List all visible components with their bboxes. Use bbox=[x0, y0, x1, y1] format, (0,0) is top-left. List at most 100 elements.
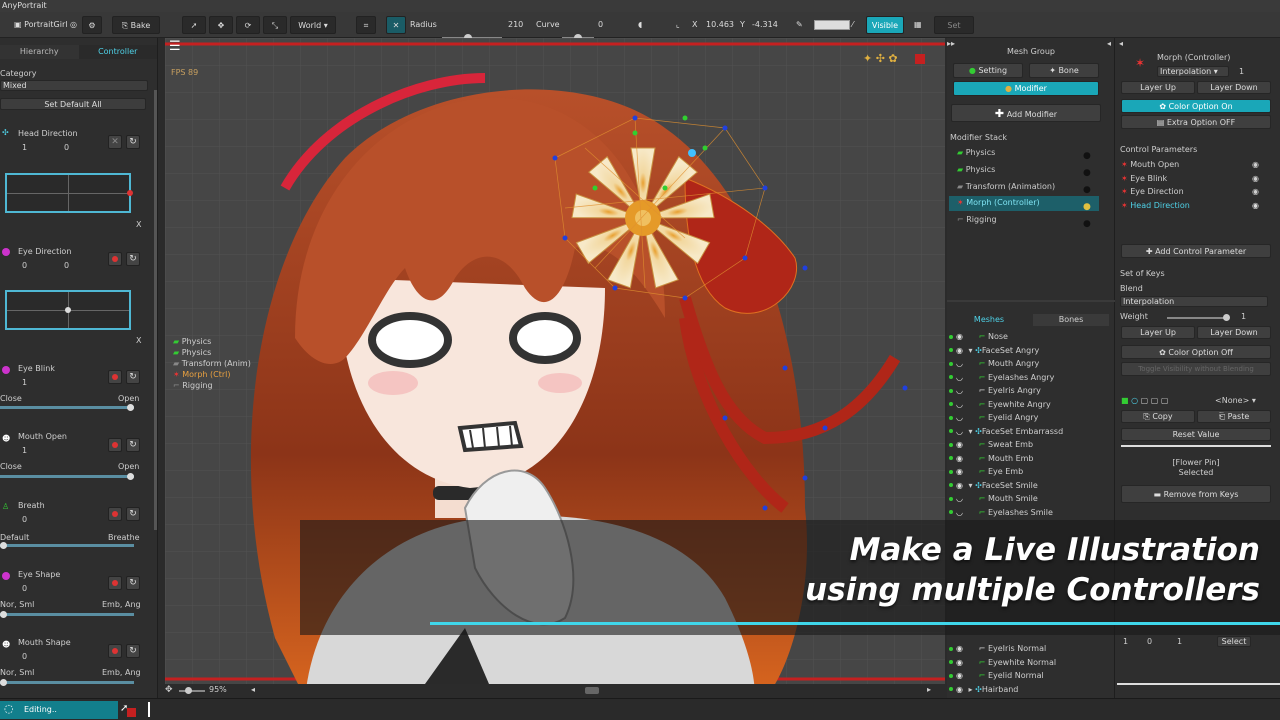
space-dropdown[interactable]: World ▾ bbox=[290, 16, 336, 34]
eye-visible-icon[interactable]: ◉ bbox=[1252, 185, 1259, 199]
soft-select-button[interactable]: ✕ bbox=[386, 16, 406, 34]
crop-button[interactable]: ⌗ bbox=[356, 16, 376, 34]
tab-controller[interactable]: Controller bbox=[78, 45, 157, 59]
record-button[interactable] bbox=[108, 252, 122, 266]
list-item[interactable]: ◉ ⌐ Eye Emb bbox=[949, 465, 1115, 479]
color-option-on-button[interactable]: ✿ Color Option On bbox=[1121, 99, 1271, 113]
reset-button[interactable]: ↻ bbox=[126, 644, 140, 658]
layer-down-button[interactable]: Layer Down bbox=[1197, 81, 1271, 94]
eye-visible-icon[interactable]: ◉ bbox=[956, 438, 966, 452]
record-button[interactable] bbox=[108, 576, 122, 590]
add-control-param-button[interactable]: ✚ Add Control Parameter bbox=[1121, 244, 1271, 258]
pad-handle[interactable] bbox=[127, 190, 133, 196]
modifier-item[interactable]: ✶ Morph (Controller) bbox=[957, 198, 1040, 207]
list-item[interactable]: ◉ ⌐ Nose bbox=[949, 330, 1115, 344]
eye-hidden-icon[interactable]: ◡ bbox=[956, 398, 966, 412]
record-button[interactable] bbox=[108, 507, 122, 521]
eye-visible-icon[interactable]: ◉ bbox=[1252, 199, 1259, 213]
paste-button[interactable]: ⎗ Paste bbox=[1197, 410, 1271, 423]
eye-visible-icon[interactable]: ◉ bbox=[1252, 172, 1259, 186]
grid-icon[interactable]: ▦ bbox=[914, 16, 922, 34]
list-item[interactable]: ◉ ▸ ✣Hairband bbox=[949, 683, 1115, 697]
none-dropdown[interactable]: <None> ▾ bbox=[1215, 396, 1256, 405]
color-swatch[interactable] bbox=[814, 20, 850, 30]
visibility-toggle-button[interactable]: Toggle Visibility without Blending bbox=[1121, 362, 1271, 376]
remove-from-keys-button[interactable]: ▬ Remove from Keys bbox=[1121, 485, 1271, 503]
eye-visible-icon[interactable]: ◉ bbox=[956, 656, 966, 670]
scroll-left-icon[interactable]: ◂ bbox=[251, 685, 255, 694]
eye-visible-icon[interactable]: ◉ bbox=[956, 669, 966, 683]
mouth-open-slider[interactable] bbox=[0, 475, 134, 478]
list-item[interactable]: ◉ ⌐ Eyewhite Normal bbox=[949, 656, 1115, 670]
list-item[interactable]: ◡ ⌐ EyeIris Angry bbox=[949, 384, 1115, 398]
layer-down-button[interactable]: Layer Down bbox=[1197, 326, 1271, 339]
select-tool-button[interactable]: ➚ bbox=[182, 16, 206, 34]
eye-blink-slider[interactable] bbox=[0, 406, 134, 409]
mouth-shape-slider[interactable] bbox=[0, 681, 134, 684]
interpolation-dropdown[interactable]: Interpolation ▾ bbox=[1157, 66, 1229, 77]
eye-visible-icon[interactable]: ◉ bbox=[956, 344, 966, 358]
record-button[interactable] bbox=[108, 438, 122, 452]
copy-button[interactable]: ⎘ Copy bbox=[1121, 410, 1195, 423]
eye-hidden-icon[interactable]: ◡ bbox=[956, 357, 966, 371]
set-button[interactable]: Set bbox=[934, 16, 974, 34]
eye-visible-icon[interactable]: ◉ bbox=[956, 683, 966, 697]
viewport-tool-icons[interactable]: ✦ ✣ ✿ bbox=[863, 52, 898, 65]
modifier-tab[interactable]: ● Modifier bbox=[953, 81, 1099, 96]
project-selector[interactable]: ▣ PortraitGirl ◎ bbox=[14, 16, 82, 34]
bone-button[interactable]: ✦ Bone bbox=[1029, 63, 1099, 78]
key-tools[interactable]: ■ ○ ▢ ▢ ▢ bbox=[1121, 396, 1168, 405]
scale-tool-button[interactable]: ⤡ bbox=[263, 16, 287, 34]
weight-slider[interactable] bbox=[1167, 317, 1229, 319]
breath-slider[interactable] bbox=[0, 544, 134, 547]
eye-hidden-icon[interactable]: ◡ bbox=[956, 506, 966, 520]
horizontal-scrollbar[interactable] bbox=[585, 687, 599, 694]
eye-visible-icon[interactable]: ◉ bbox=[956, 642, 966, 656]
reset-button[interactable]: ↻ bbox=[126, 507, 140, 521]
eye-visible-icon[interactable]: ◉ bbox=[956, 452, 966, 466]
set-default-all-button[interactable]: Set Default All bbox=[0, 98, 146, 110]
list-item[interactable]: ◡ ⌐ Eyelid Angry bbox=[949, 411, 1115, 425]
hamburger-menu-icon[interactable]: ☰ bbox=[169, 40, 183, 54]
bake-button[interactable]: ⎘ Bake bbox=[112, 16, 160, 34]
collapse-icons[interactable]: ▸▸ ◂ bbox=[947, 39, 1115, 48]
list-item[interactable]: ◡ ⌐ Eyelashes Smile bbox=[949, 506, 1115, 520]
reset-value-button[interactable]: Reset Value bbox=[1121, 428, 1271, 441]
layer-up-button[interactable]: Layer Up bbox=[1121, 326, 1195, 339]
eye-hidden-icon[interactable]: ◡ bbox=[956, 492, 966, 506]
eye-visible-icon[interactable]: ◉ bbox=[1252, 158, 1259, 172]
setting-button[interactable]: ● Setting bbox=[953, 63, 1023, 78]
list-item[interactable]: ✶ Eye Blink ◉ bbox=[1121, 172, 1271, 186]
reset-button[interactable]: ↻ bbox=[126, 252, 140, 266]
reset-button[interactable]: ↻ bbox=[126, 576, 140, 590]
reset-button[interactable]: ↻ bbox=[126, 438, 140, 452]
breath-knob[interactable] bbox=[0, 542, 7, 549]
list-item[interactable]: ✶ Eye Direction ◉ bbox=[1121, 185, 1271, 199]
settings-button[interactable]: ⚙ bbox=[82, 16, 102, 34]
list-item[interactable]: ◡ ⌐ Eyewhite Angry bbox=[949, 398, 1115, 412]
list-item[interactable]: ✶ Head Direction ◉ bbox=[1121, 199, 1271, 213]
color-option-off-button[interactable]: ✿ Color Option Off bbox=[1121, 345, 1271, 359]
record-button[interactable] bbox=[108, 644, 122, 658]
list-item[interactable]: ✶ Mouth Open ◉ bbox=[1121, 158, 1271, 172]
tab-meshes[interactable]: Meshes bbox=[947, 314, 1031, 326]
eye-hidden-icon[interactable]: ◡ bbox=[956, 384, 966, 398]
tab-bones[interactable]: Bones bbox=[1033, 314, 1109, 326]
list-item[interactable]: ◉ ⌐ Mouth Emb bbox=[949, 452, 1115, 466]
mouth-shape-knob[interactable] bbox=[0, 679, 7, 686]
mouth-open-knob[interactable] bbox=[127, 473, 134, 480]
record-icon[interactable] bbox=[127, 708, 136, 717]
eye-visible-icon[interactable]: ◉ bbox=[956, 479, 966, 493]
eye-hidden-icon[interactable]: ◡ bbox=[956, 371, 966, 385]
zoom-knob[interactable] bbox=[185, 687, 192, 694]
list-item[interactable]: ◉ ⌐ Sweat Emb bbox=[949, 438, 1115, 452]
move-tool-button[interactable]: ✥ bbox=[209, 16, 233, 34]
reset-button[interactable]: ↻ bbox=[126, 135, 140, 149]
collapse-icons[interactable]: ◂ bbox=[1119, 39, 1123, 48]
record-button[interactable] bbox=[108, 370, 122, 384]
list-item[interactable]: ◉ ⌐ Eyelid Normal bbox=[949, 669, 1115, 683]
list-item[interactable]: ◡ ⌐ Mouth Smile bbox=[949, 492, 1115, 506]
zoom-slider[interactable] bbox=[179, 690, 205, 692]
fit-icon[interactable]: ✥ bbox=[165, 685, 173, 695]
clear-button[interactable]: ✕ bbox=[108, 135, 122, 149]
